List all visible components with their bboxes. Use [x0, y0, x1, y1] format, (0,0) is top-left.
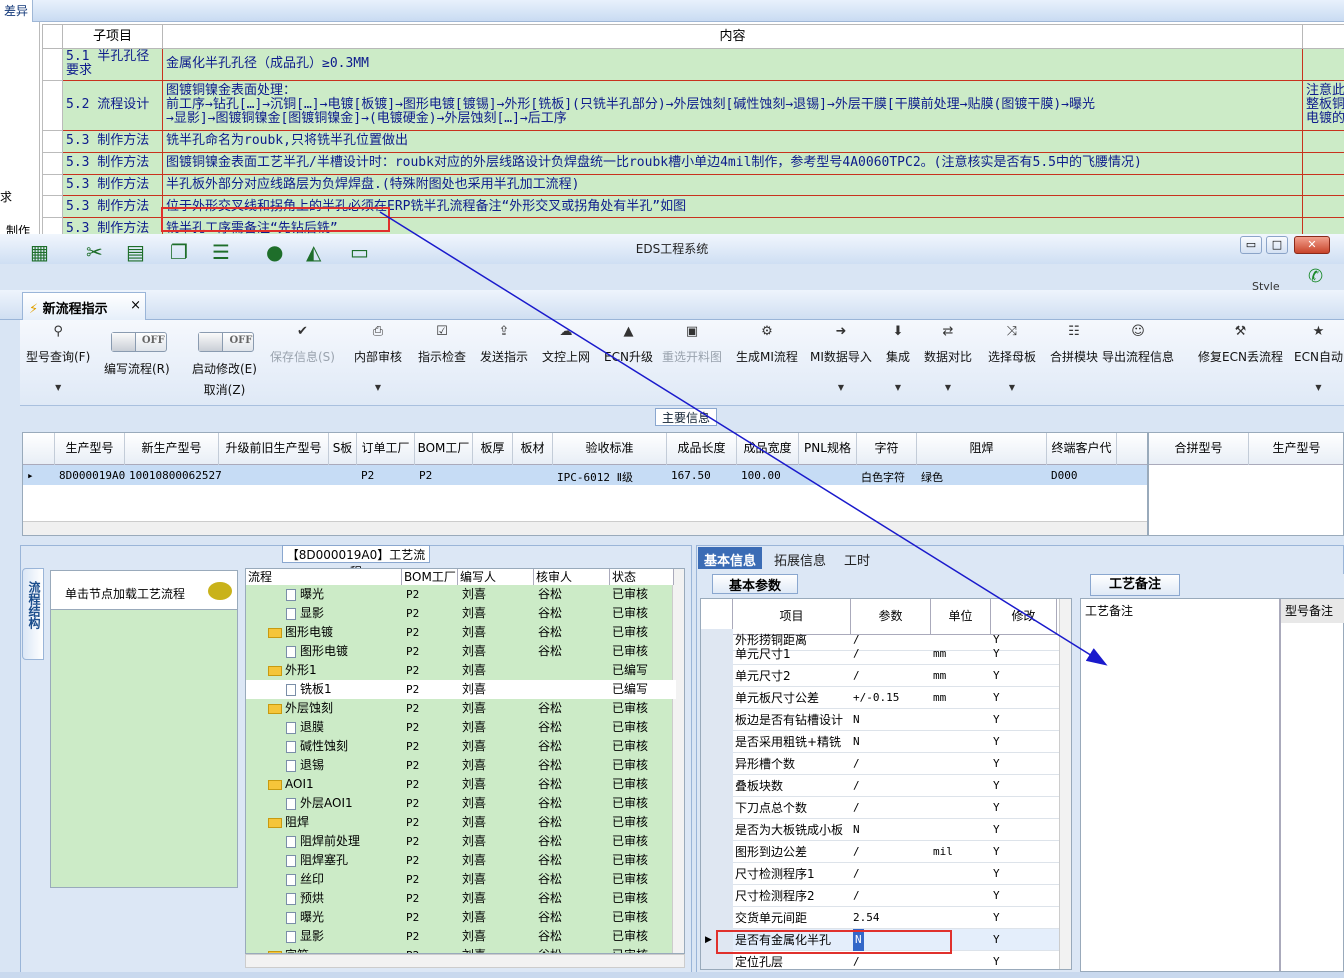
annotation-arrow: [379, 211, 1108, 666]
